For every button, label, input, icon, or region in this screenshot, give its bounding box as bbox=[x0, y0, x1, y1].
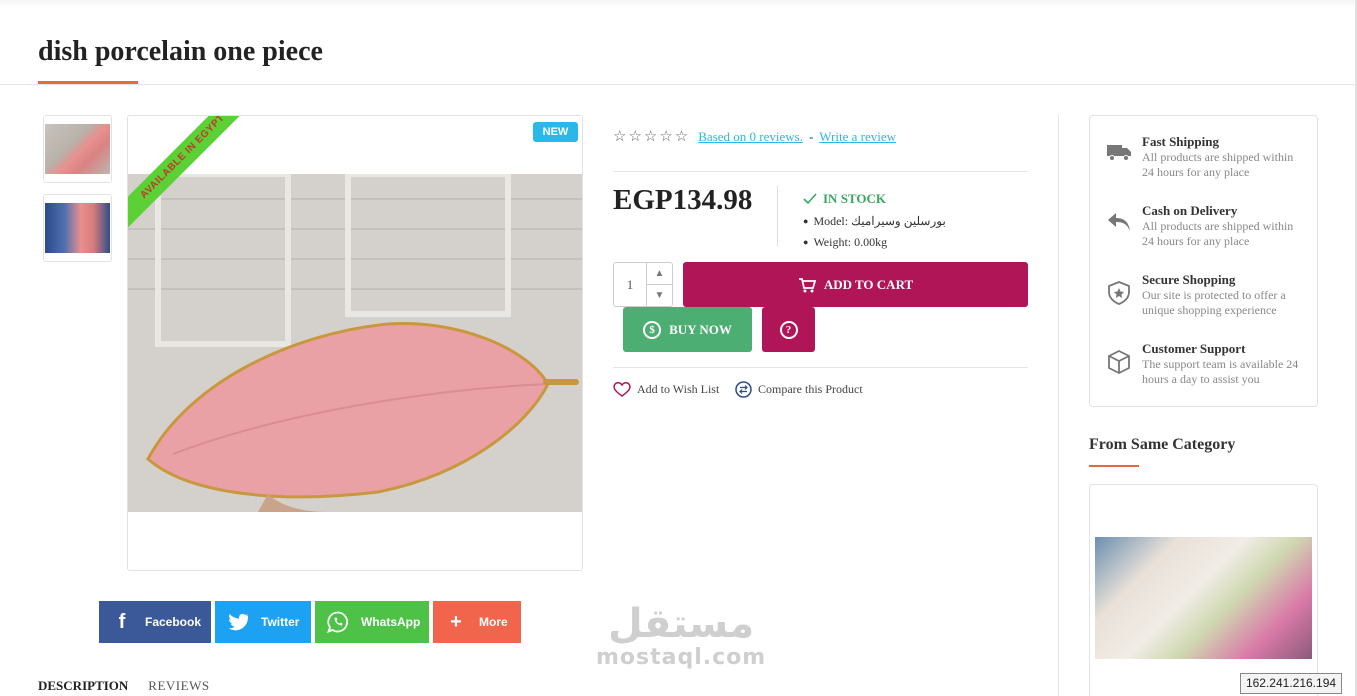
feature-fast-shipping: Fast Shipping All products are shipped w… bbox=[1106, 134, 1301, 203]
whatsapp-label: WhatsApp bbox=[361, 615, 421, 629]
same-category-product-card[interactable] bbox=[1089, 484, 1318, 696]
question-icon: ? bbox=[779, 320, 798, 339]
stock-status: IN STOCK bbox=[803, 191, 886, 207]
feature-title: Cash on Delivery bbox=[1142, 203, 1238, 218]
chevron-down-icon[interactable]: ▼ bbox=[647, 285, 672, 306]
twitter-label: Twitter bbox=[261, 615, 300, 629]
feature-description: The support team is available 24 hours a… bbox=[1142, 357, 1299, 386]
share-more-button[interactable]: + More bbox=[433, 601, 521, 643]
gallery-thumbnail-2[interactable] bbox=[43, 194, 112, 262]
share-facebook-button[interactable]: f Facebook bbox=[99, 601, 211, 643]
gallery-thumbnail-1[interactable] bbox=[43, 115, 112, 183]
add-to-wishlist-link[interactable]: Add to Wish List bbox=[613, 381, 719, 397]
buy-now-label: BUY NOW bbox=[669, 321, 732, 337]
feature-description: All products are shipped within 24 hours… bbox=[1142, 219, 1294, 248]
plus-icon: + bbox=[450, 610, 462, 633]
write-review-link[interactable]: Write a review bbox=[819, 129, 896, 145]
thumbnail-image bbox=[45, 124, 110, 174]
box-icon bbox=[1106, 341, 1132, 410]
tab-reviews[interactable]: REVIEWS bbox=[148, 678, 209, 694]
wishlist-label: Add to Wish List bbox=[637, 381, 720, 396]
shield-icon bbox=[1106, 272, 1132, 341]
feature-description: All products are shipped within 24 hours… bbox=[1142, 150, 1294, 179]
feature-cash-on-delivery: Cash on Delivery All products are shippe… bbox=[1106, 203, 1301, 272]
features-panel: Fast Shipping All products are shipped w… bbox=[1089, 115, 1318, 407]
facebook-label: Facebook bbox=[145, 615, 202, 629]
whatsapp-icon bbox=[327, 611, 348, 633]
thumbnail-image bbox=[45, 203, 110, 253]
quantity-input[interactable]: 1 bbox=[614, 263, 647, 306]
title-divider bbox=[0, 84, 1357, 85]
check-icon bbox=[803, 193, 817, 205]
main-product-image[interactable]: AVAILABLE IN EGYPT NEW bbox=[127, 115, 583, 571]
feature-title: Fast Shipping bbox=[1142, 134, 1219, 149]
product-specs: Model: بورسلين وسيراميك Weight: 0.00kg bbox=[803, 211, 946, 253]
cart-icon bbox=[798, 277, 816, 292]
rating-separator: - bbox=[808, 128, 814, 144]
spec-weight: Weight: 0.00kg bbox=[803, 232, 946, 253]
divider bbox=[613, 367, 1028, 368]
buy-now-button[interactable]: $ BUY NOW bbox=[623, 307, 752, 352]
column-divider bbox=[1058, 115, 1059, 696]
stock-label: IN STOCK bbox=[823, 191, 886, 206]
new-badge: NEW bbox=[533, 122, 578, 142]
watermark-arabic: مستقل bbox=[607, 601, 755, 647]
facebook-icon: f bbox=[118, 610, 126, 633]
reply-icon bbox=[1106, 203, 1132, 272]
page-title: dish porcelain one piece bbox=[38, 36, 323, 67]
add-to-cart-button[interactable]: ADD TO CART bbox=[683, 262, 1028, 307]
divider bbox=[613, 171, 1028, 172]
feature-secure-shopping: Secure Shopping Our site is protected to… bbox=[1106, 272, 1301, 341]
compare-label: Compare this Product bbox=[758, 382, 863, 396]
feature-description: Our site is protected to offer a unique … bbox=[1142, 288, 1286, 317]
spec-model: Model: بورسلين وسيراميك bbox=[803, 211, 945, 232]
reviews-link[interactable]: Based on 0 reviews. bbox=[698, 129, 803, 145]
product-photo bbox=[128, 174, 582, 512]
tab-description[interactable]: DESCRIPTION bbox=[38, 678, 128, 694]
quantity-stepper[interactable]: 1 ▲ ▼ bbox=[613, 262, 673, 307]
watermark: مستقل mostaql.com bbox=[596, 603, 766, 670]
more-label: More bbox=[479, 615, 508, 629]
compare-icon bbox=[735, 381, 752, 398]
truck-icon bbox=[1106, 134, 1132, 203]
product-tabs: DESCRIPTION REVIEWS bbox=[38, 678, 210, 694]
twitter-icon bbox=[228, 613, 248, 631]
watermark-latin: mostaql.com bbox=[596, 645, 767, 670]
heart-icon bbox=[613, 382, 631, 397]
star-rating-icon: ☆☆☆☆☆ bbox=[613, 129, 691, 145]
product-price: EGP134.98 bbox=[613, 184, 753, 216]
dollar-icon: $ bbox=[643, 320, 662, 339]
top-bar bbox=[0, 0, 1357, 8]
rating-row: ☆☆☆☆☆ Based on 0 reviews. - Write a revi… bbox=[613, 127, 896, 146]
same-category-product-image[interactable] bbox=[1095, 537, 1312, 659]
feature-customer-support: Customer Support The support team is ava… bbox=[1106, 341, 1301, 410]
ip-address-label: 162.241.216.194 bbox=[1240, 673, 1342, 694]
heading-underline bbox=[1089, 465, 1139, 467]
same-category-heading: From Same Category bbox=[1089, 436, 1236, 453]
add-to-cart-label: ADD TO CART bbox=[823, 276, 914, 292]
price-divider bbox=[777, 186, 778, 246]
ask-question-button[interactable]: ? bbox=[762, 307, 815, 352]
chevron-up-icon[interactable]: ▲ bbox=[647, 263, 672, 285]
compare-product-link[interactable]: Compare this Product bbox=[735, 381, 863, 398]
share-twitter-button[interactable]: Twitter bbox=[215, 601, 311, 643]
feature-title: Customer Support bbox=[1142, 341, 1246, 356]
feature-title: Secure Shopping bbox=[1142, 272, 1236, 287]
share-whatsapp-button[interactable]: WhatsApp bbox=[315, 601, 429, 643]
